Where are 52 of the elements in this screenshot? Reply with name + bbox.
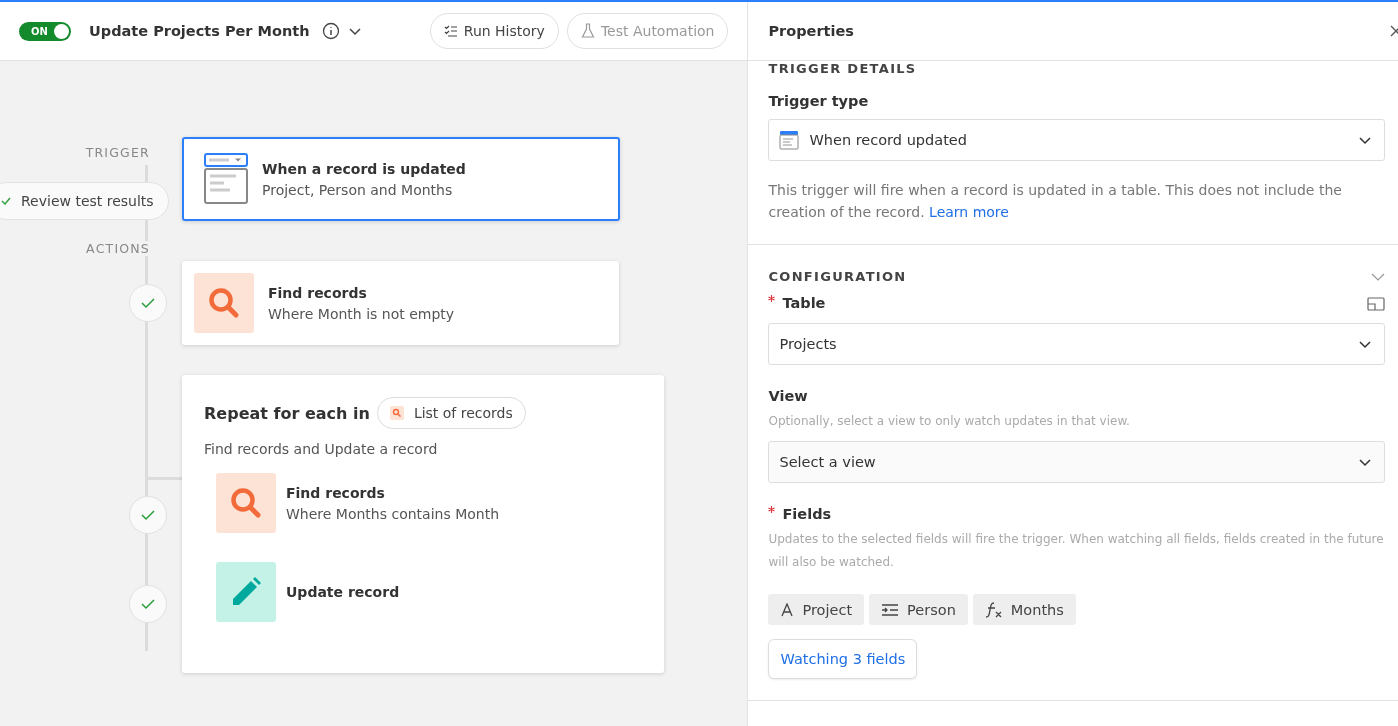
field-chip[interactable]: Person — [869, 594, 968, 625]
section-heading: CONFIGURATION — [768, 269, 907, 284]
expand-icon[interactable] — [1367, 296, 1385, 311]
required-icon — [768, 506, 776, 513]
review-test-results-button[interactable]: Review test results — [0, 182, 169, 220]
watching-fields-button[interactable]: Watching 3 fields — [768, 639, 918, 679]
field-chip[interactable]: Months — [972, 594, 1076, 625]
field-label: Fields — [768, 506, 1385, 522]
search-icon — [194, 273, 254, 333]
search-icon — [216, 473, 276, 533]
panel-title: Properties — [768, 23, 854, 39]
step-title: Find records — [286, 484, 386, 501]
trigger-card[interactable]: When a record is updated Project, Person and Months — [182, 137, 620, 221]
table-select[interactable]: Projects — [768, 323, 1385, 365]
automation-title: Update Projects Per Month — [89, 23, 310, 39]
trigger-subtitle: Project, Person and Months — [262, 181, 454, 198]
flask-icon — [580, 23, 595, 39]
repeat-title: Repeat for each in — [204, 403, 370, 423]
search-icon — [389, 406, 404, 420]
indent-lines-icon — [881, 602, 900, 617]
learn-more-link[interactable]: Learn more — [929, 204, 1009, 220]
field-label: Trigger type — [768, 93, 870, 109]
step-title: Update record — [286, 584, 400, 600]
action-subtitle: Where Month is not empty — [268, 305, 455, 322]
action-card[interactable]: Find records Where Month is not empty — [182, 261, 619, 345]
record-form-icon — [204, 153, 248, 205]
info-icon[interactable] — [321, 22, 340, 40]
step-item[interactable]: Find records Where Months contains Month — [204, 473, 642, 533]
trigger-type-select[interactable]: When record updated — [768, 119, 1385, 161]
step-subtitle: Where Months contains Month — [286, 505, 500, 522]
trigger-description: This trigger will fire when a record is updated in a table. This does not include the creation of the record. Learn more — [768, 181, 1343, 222]
checklist-icon — [443, 24, 458, 38]
required-icon — [768, 295, 776, 302]
text-type-icon — [780, 602, 795, 617]
action-title: Find records — [268, 284, 368, 301]
field-chip[interactable]: Project — [768, 594, 865, 625]
repeat-card[interactable]: Repeat for each in List of records Find records and Update a record Find records Where Months contains Month Update record — [182, 375, 664, 673]
field-label: View — [768, 388, 809, 404]
field-hint: Updates to the selected fields will fire the trigger. When watching all fields, fields created in the future will also be watched. — [768, 531, 1385, 571]
trigger-title: When a record is updated — [262, 160, 466, 177]
pencil-icon — [216, 562, 276, 622]
step-item[interactable]: Update record — [204, 562, 642, 622]
on-toggle[interactable]: ON — [19, 21, 71, 41]
repeat-subtitle: Find records and Update a record — [204, 441, 439, 457]
run-history-button[interactable]: Run History — [429, 13, 559, 49]
check-icon — [1, 197, 11, 205]
section-heading: TRIGGER DETAILS — [768, 61, 918, 76]
field-hint: Optionally, select a view to only watch updates in that view. — [768, 413, 1131, 430]
field-label: Table — [768, 295, 826, 311]
formula-icon — [984, 601, 1003, 618]
view-select[interactable]: Select a view — [768, 441, 1385, 483]
record-form-icon — [779, 130, 800, 150]
